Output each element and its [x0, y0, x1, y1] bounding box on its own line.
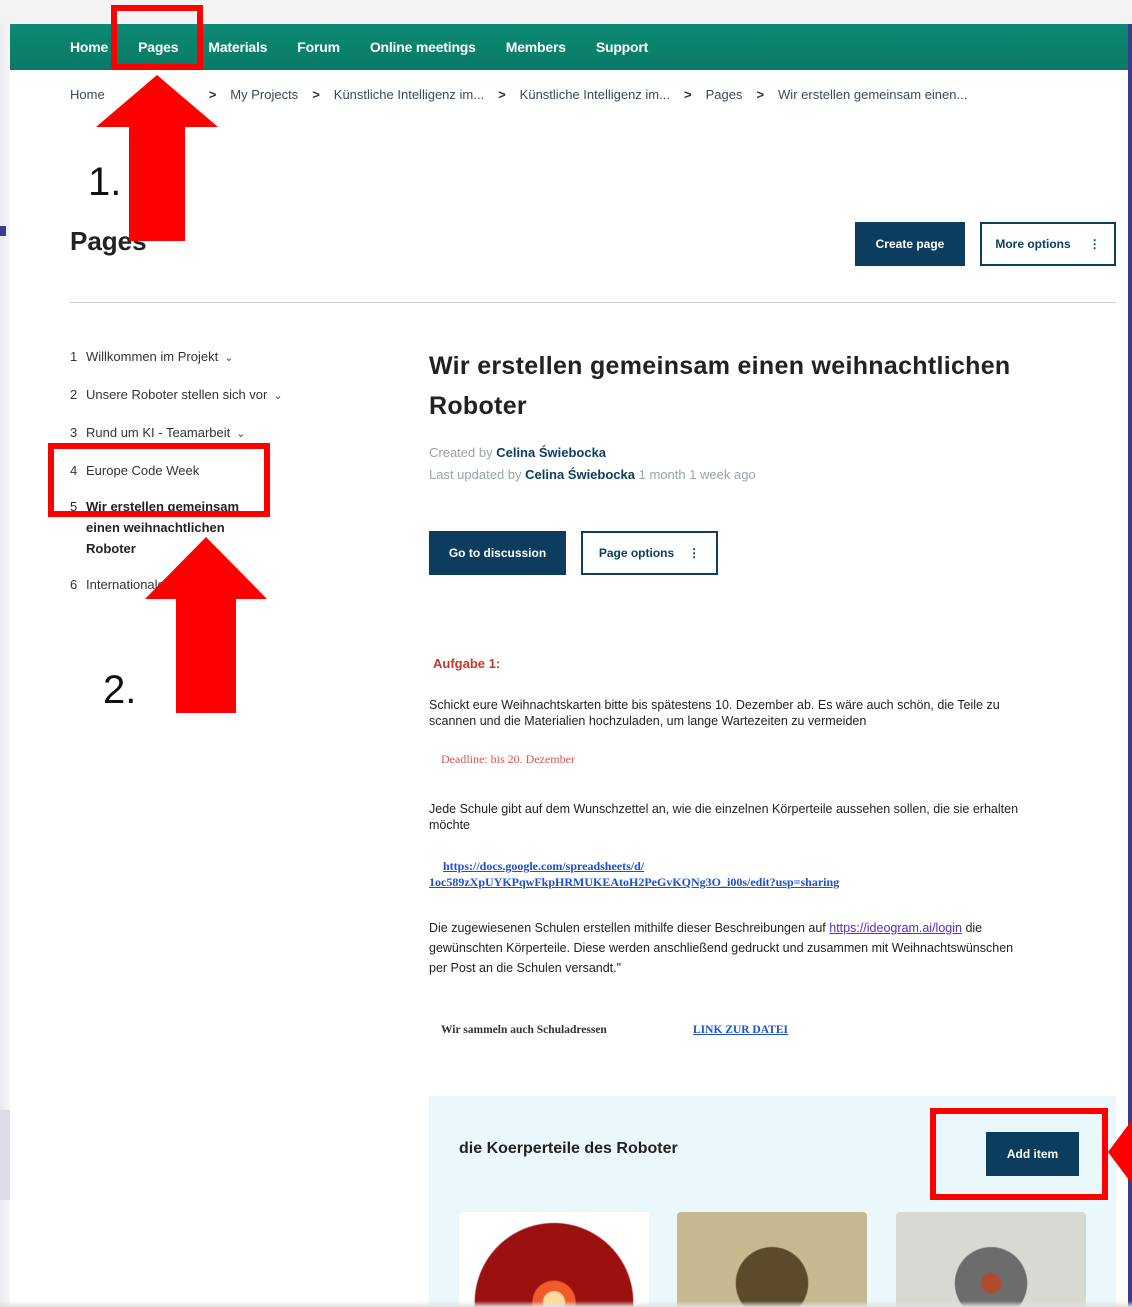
ideogram-link[interactable]: https://ideogram.ai/login: [829, 921, 962, 935]
breadcrumb-separator: >: [756, 87, 765, 102]
item-thumbnail-robot-part[interactable]: [896, 1212, 1086, 1307]
author-link[interactable]: Celina Świebocka: [496, 445, 606, 460]
more-options-label: More options: [995, 237, 1071, 251]
breadcrumb-pages[interactable]: Pages: [706, 87, 743, 102]
updated-prefix: Last updated by: [429, 467, 522, 482]
nav-forum[interactable]: Forum: [297, 39, 340, 55]
breadcrumb-separator: >: [683, 87, 692, 102]
sidebar-item-1[interactable]: 1 Willkommen im Projekt ⌄: [70, 346, 320, 369]
breadcrumb-separator: >: [312, 87, 320, 102]
sidebar-item-label: Rund um KI - Teamarbeit ⌄: [86, 425, 246, 440]
task-heading: Aufgabe 1:: [433, 656, 501, 671]
go-to-discussion-button[interactable]: Go to discussion: [429, 531, 566, 575]
sidebar-item-number: 6: [70, 577, 78, 592]
kebab-icon: ⋮: [1088, 237, 1101, 251]
page-options-button[interactable]: Page options ⋮: [581, 531, 718, 575]
updated-ago: 1 month 1 week ago: [638, 467, 756, 482]
create-page-button[interactable]: Create page: [855, 222, 965, 266]
left-frame-shade: [0, 1110, 10, 1200]
page-options-label: Page options: [598, 546, 675, 560]
nav-members[interactable]: Members: [506, 39, 566, 55]
google-sheet-link[interactable]: https://docs.google.com/spreadsheets/d/ …: [429, 858, 839, 890]
item-thumbnail-robot-body[interactable]: [459, 1212, 649, 1307]
left-frame-accent: [0, 226, 6, 236]
arrow-up-icon: [145, 537, 267, 713]
bottom-shadow: [0, 1301, 1132, 1307]
sidebar-item-number: 1: [70, 349, 78, 364]
breadcrumb-current: Wir erstellen gemeinsam einen...: [778, 87, 968, 102]
highlight-box-sidebar-page: [48, 443, 270, 517]
nav-home[interactable]: Home: [70, 39, 108, 55]
nav-materials[interactable]: Materials: [208, 39, 267, 55]
breadcrumb-separator: >: [498, 87, 506, 102]
items-panel-title: die Koerperteile des Roboter: [459, 1140, 678, 1157]
right-frame-accent: [1128, 24, 1132, 1307]
created-prefix: Created by: [429, 445, 493, 460]
annotation-label-1: 1.: [88, 160, 122, 204]
article-meta: Created by Celina Świebocka Last updated…: [429, 442, 756, 486]
editor-link[interactable]: Celina Świebocka: [525, 467, 635, 482]
nav-online-meetings[interactable]: Online meetings: [370, 39, 476, 55]
highlight-box-add-item: [930, 1108, 1108, 1200]
article-title: Wir erstellen gemeinsam einen weihnachtl…: [429, 352, 1011, 420]
kebab-icon: ⋮: [688, 546, 701, 560]
breadcrumb-my-projects[interactable]: My Projects: [230, 87, 298, 102]
chevron-down-icon[interactable]: ⌄: [236, 428, 245, 440]
breadcrumb-project-2[interactable]: Künstliche Intelligenz im...: [520, 87, 670, 102]
nav-support[interactable]: Support: [596, 39, 648, 55]
task-paragraph-3: Die zugewiesenen Schulen erstellen mithi…: [429, 921, 1014, 975]
breadcrumb-project[interactable]: Künstliche Intelligenz im...: [334, 87, 484, 102]
school-addresses-text: Wir sammeln auch Schuladressen: [441, 1024, 607, 1036]
sidebar-item-2[interactable]: 2 Unsere Roboter stellen sich vor ⌄: [70, 384, 320, 407]
more-options-button[interactable]: More options ⋮: [980, 222, 1116, 266]
task-paragraph-2: Jede Schule gibt auf dem Wunschzettel an…: [429, 802, 1019, 832]
header-divider: [70, 302, 1116, 303]
item-thumbnail-robot-head[interactable]: [677, 1212, 867, 1307]
highlight-box-pages-nav: [111, 5, 203, 70]
sidebar-item-3[interactable]: 3 Rund um KI - Teamarbeit ⌄: [70, 422, 320, 445]
task-paragraph-1: Schickt eure Weihnachtskarten bitte bis …: [429, 698, 1000, 728]
sidebar-item-number: 2: [70, 387, 78, 402]
sidebar-item-label: Unsere Roboter stellen sich vor ⌄: [86, 387, 283, 402]
file-link[interactable]: LINK ZUR DATEI: [693, 1024, 788, 1036]
deadline-text: Deadline: bis 20. Dezember: [441, 752, 575, 766]
chevron-down-icon[interactable]: ⌄: [273, 390, 282, 402]
arrow-left-icon: [1108, 1120, 1132, 1184]
sidebar-item-label: Willkommen im Projekt ⌄: [86, 349, 234, 364]
annotation-label-2: 2.: [103, 668, 137, 712]
arrow-up-icon: [96, 75, 218, 241]
sidebar-item-number: 3: [70, 425, 78, 440]
chevron-down-icon[interactable]: ⌄: [224, 352, 233, 364]
